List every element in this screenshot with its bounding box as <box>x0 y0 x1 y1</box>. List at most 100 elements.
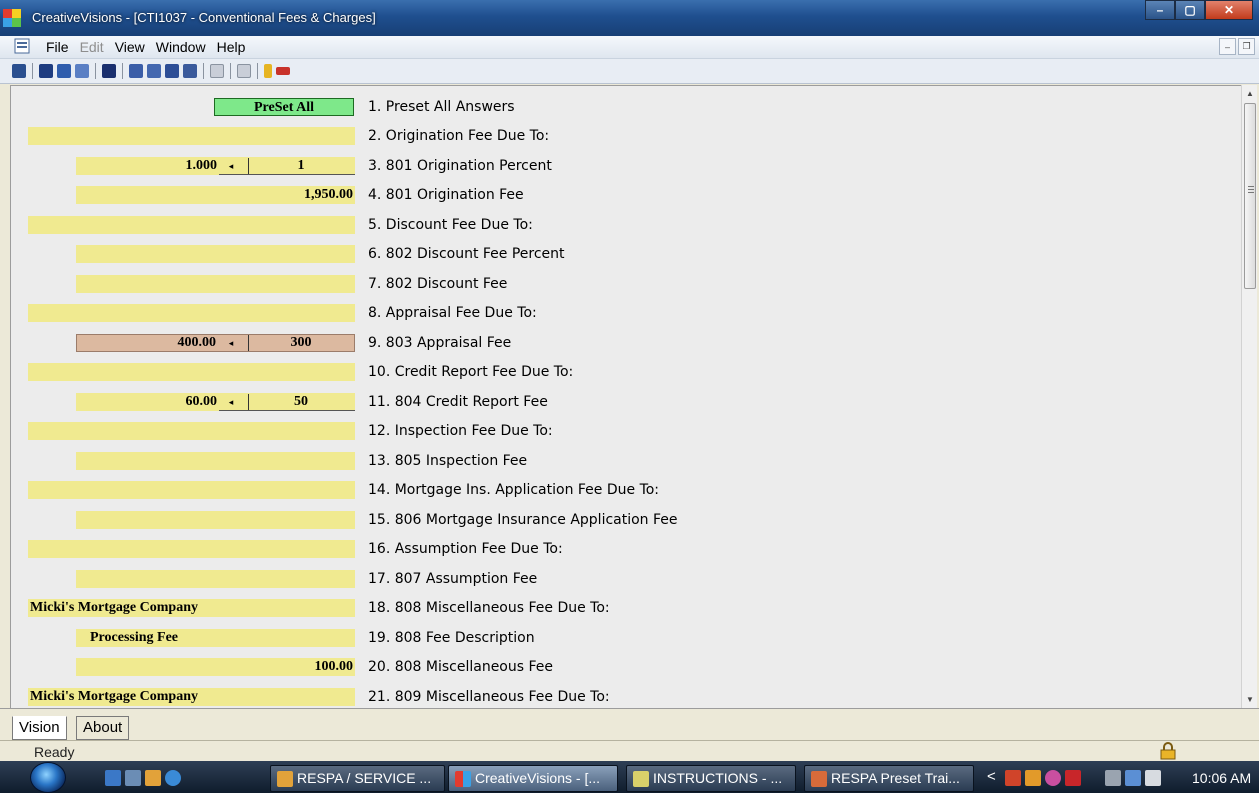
fee-description-field[interactable]: Processing Fee <box>76 629 355 647</box>
menu-bar: File Edit View Window Help – ❐ <box>0 36 1259 59</box>
question-label: 7. 802 Discount Fee <box>368 276 508 292</box>
clock[interactable]: 10:06 AM <box>1192 770 1251 786</box>
question-label: 2. Origination Fee Due To: <box>368 128 550 144</box>
miscellaneous-fee-field[interactable]: 100.00 <box>76 658 355 676</box>
start-button[interactable] <box>30 762 66 793</box>
origination-percent-field[interactable]: 1.000 <box>76 157 219 175</box>
menu-window[interactable]: Window <box>152 39 210 55</box>
question-label: 12. Inspection Fee Due To: <box>368 423 553 439</box>
miscellaneous-fee-due-to-field[interactable]: Micki's Mortgage Company <box>28 599 355 617</box>
presentation-icon <box>811 771 827 787</box>
question-label: 6. 802 Discount Fee Percent <box>368 246 565 262</box>
menu-file[interactable]: File <box>42 39 73 55</box>
discount-fee-due-to-field[interactable] <box>28 216 355 234</box>
question-label: 11. 804 Credit Report Fee <box>368 394 548 410</box>
taskbar-button-creativevisions[interactable]: CreativeVisions - [... <box>448 765 618 792</box>
taskbar: RESPA / SERVICE ... CreativeVisions - [.… <box>0 761 1259 793</box>
appraisal-fee-preset-value: 300 <box>290 335 312 350</box>
network-icon[interactable] <box>1125 770 1141 786</box>
document-window-icon[interactable] <box>14 38 30 54</box>
tab-about[interactable]: About <box>76 716 130 740</box>
grid-icon[interactable] <box>165 64 179 78</box>
close-button[interactable]: ✕ <box>1205 0 1253 20</box>
user-icon[interactable] <box>129 64 143 78</box>
toolbar-separator <box>257 63 258 79</box>
status-text: Ready <box>34 744 75 760</box>
field-underline <box>219 174 355 175</box>
child-minimize-button[interactable]: – <box>1219 38 1236 55</box>
credit-report-fee-due-to-field[interactable] <box>28 363 355 381</box>
question-label: 19. 808 Fee Description <box>368 630 535 646</box>
preset-all-button[interactable]: PreSet All <box>214 98 354 116</box>
copy-left-arrow-icon[interactable]: ◂ <box>224 393 238 411</box>
origination-fee-due-to-field[interactable] <box>28 127 355 145</box>
mortgage-ins-application-fee-due-to-field[interactable] <box>28 481 355 499</box>
appraisal-fee-due-to-field[interactable] <box>28 304 355 322</box>
maximize-button[interactable]: ▢ <box>1175 0 1205 20</box>
help-icon[interactable] <box>264 64 272 78</box>
menu-view[interactable]: View <box>111 39 149 55</box>
table-icon[interactable] <box>183 64 197 78</box>
taskbar-button-respa-preset[interactable]: RESPA Preset Trai... <box>804 765 974 792</box>
taskbar-button-instructions[interactable]: INSTRUCTIONS - ... <box>626 765 796 792</box>
copy-left-arrow-icon[interactable]: ◂ <box>224 334 238 352</box>
switch-windows-icon[interactable] <box>125 770 141 786</box>
vertical-scrollbar[interactable]: ▲ ▼ <box>1241 85 1257 708</box>
tray-app-icon[interactable] <box>1005 770 1021 786</box>
credit-report-fee-field[interactable]: 60.00 <box>76 393 219 411</box>
question-label: 1. Preset All Answers <box>368 99 515 115</box>
show-desktop-icon[interactable] <box>105 770 121 786</box>
discount-fee-percent-field[interactable] <box>76 245 355 263</box>
status-bar: Ready <box>0 740 1259 762</box>
copy-left-arrow-icon[interactable]: ◂ <box>224 157 238 175</box>
taskbar-button-respa-service[interactable]: RESPA / SERVICE ... <box>270 765 445 792</box>
scroll-down-icon[interactable]: ▼ <box>1242 691 1258 707</box>
question-label: 8. Appraisal Fee Due To: <box>368 305 537 321</box>
taskbar-button-label: CreativeVisions - [... <box>475 770 601 786</box>
tray-sync-icon[interactable] <box>1045 770 1061 786</box>
edit-icon[interactable] <box>39 64 53 78</box>
chart-icon[interactable] <box>75 64 89 78</box>
minimize-button[interactable]: – <box>1145 0 1175 20</box>
menu-edit[interactable]: Edit <box>76 39 108 55</box>
folder-icon[interactable] <box>145 770 161 786</box>
tray-k-icon[interactable] <box>1065 770 1081 786</box>
bookmark-icon[interactable] <box>102 64 116 78</box>
power-icon[interactable] <box>1105 770 1121 786</box>
calendar-icon[interactable] <box>147 64 161 78</box>
origination-percent-preset-value: 1 <box>297 158 305 173</box>
print-icon[interactable] <box>237 64 251 78</box>
report-icon[interactable] <box>12 64 26 78</box>
lightbulb-icon[interactable] <box>210 64 224 78</box>
inspection-fee-field[interactable] <box>76 452 355 470</box>
origination-fee-field[interactable]: 1,950.00 <box>76 186 355 204</box>
discount-fee-field[interactable] <box>76 275 355 293</box>
menu-help[interactable]: Help <box>213 39 250 55</box>
miscellaneous-fee-809-due-to-field[interactable]: Micki's Mortgage Company <box>28 688 355 706</box>
toolbar-separator <box>203 63 204 79</box>
assumption-fee-field[interactable] <box>76 570 355 588</box>
question-label: 4. 801 Origination Fee <box>368 187 524 203</box>
taskbar-button-label: RESPA / SERVICE ... <box>297 770 432 786</box>
toolbar <box>0 59 1259 84</box>
taskbar-button-label: RESPA Preset Trai... <box>831 770 960 786</box>
question-label: 15. 806 Mortgage Insurance Application F… <box>368 512 678 528</box>
internet-explorer-icon[interactable] <box>165 770 181 786</box>
inspection-fee-due-to-field[interactable] <box>28 422 355 440</box>
appraisal-fee-field[interactable]: 400.00 <box>77 335 218 353</box>
creativevisions-app-icon[interactable] <box>3 9 21 27</box>
question-label: 5. Discount Fee Due To: <box>368 217 533 233</box>
tray-mail-icon[interactable] <box>1025 770 1041 786</box>
scroll-up-icon[interactable]: ▲ <box>1242 85 1258 101</box>
child-restore-button[interactable]: ❐ <box>1238 38 1255 55</box>
scroll-thumb[interactable] <box>1244 103 1256 289</box>
mortgage-insurance-application-fee-field[interactable] <box>76 511 355 529</box>
volume-icon[interactable] <box>1145 770 1161 786</box>
signature-icon[interactable] <box>276 67 290 75</box>
credit-report-fee-preset-value: 50 <box>294 394 308 409</box>
title-bar[interactable]: CreativeVisions - [CTI1037 - Conventiona… <box>0 0 1259 36</box>
tray-expand-chevron-icon[interactable]: < <box>987 768 996 785</box>
tab-vision[interactable]: Vision <box>12 716 67 740</box>
document-icon[interactable] <box>57 64 71 78</box>
assumption-fee-due-to-field[interactable] <box>28 540 355 558</box>
